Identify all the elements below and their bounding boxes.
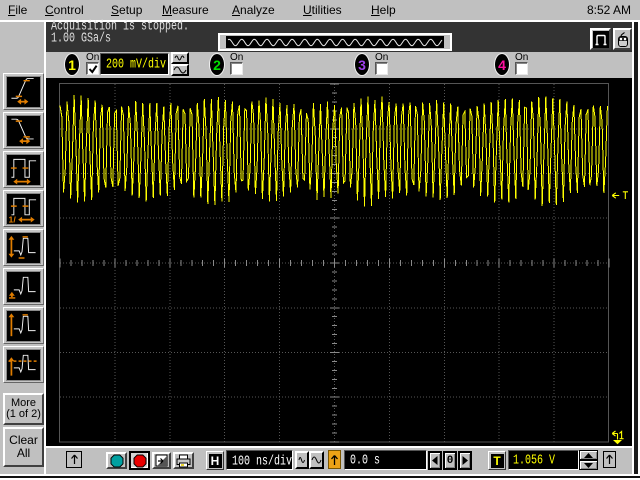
svg-text:1/: 1/ [9,214,17,223]
